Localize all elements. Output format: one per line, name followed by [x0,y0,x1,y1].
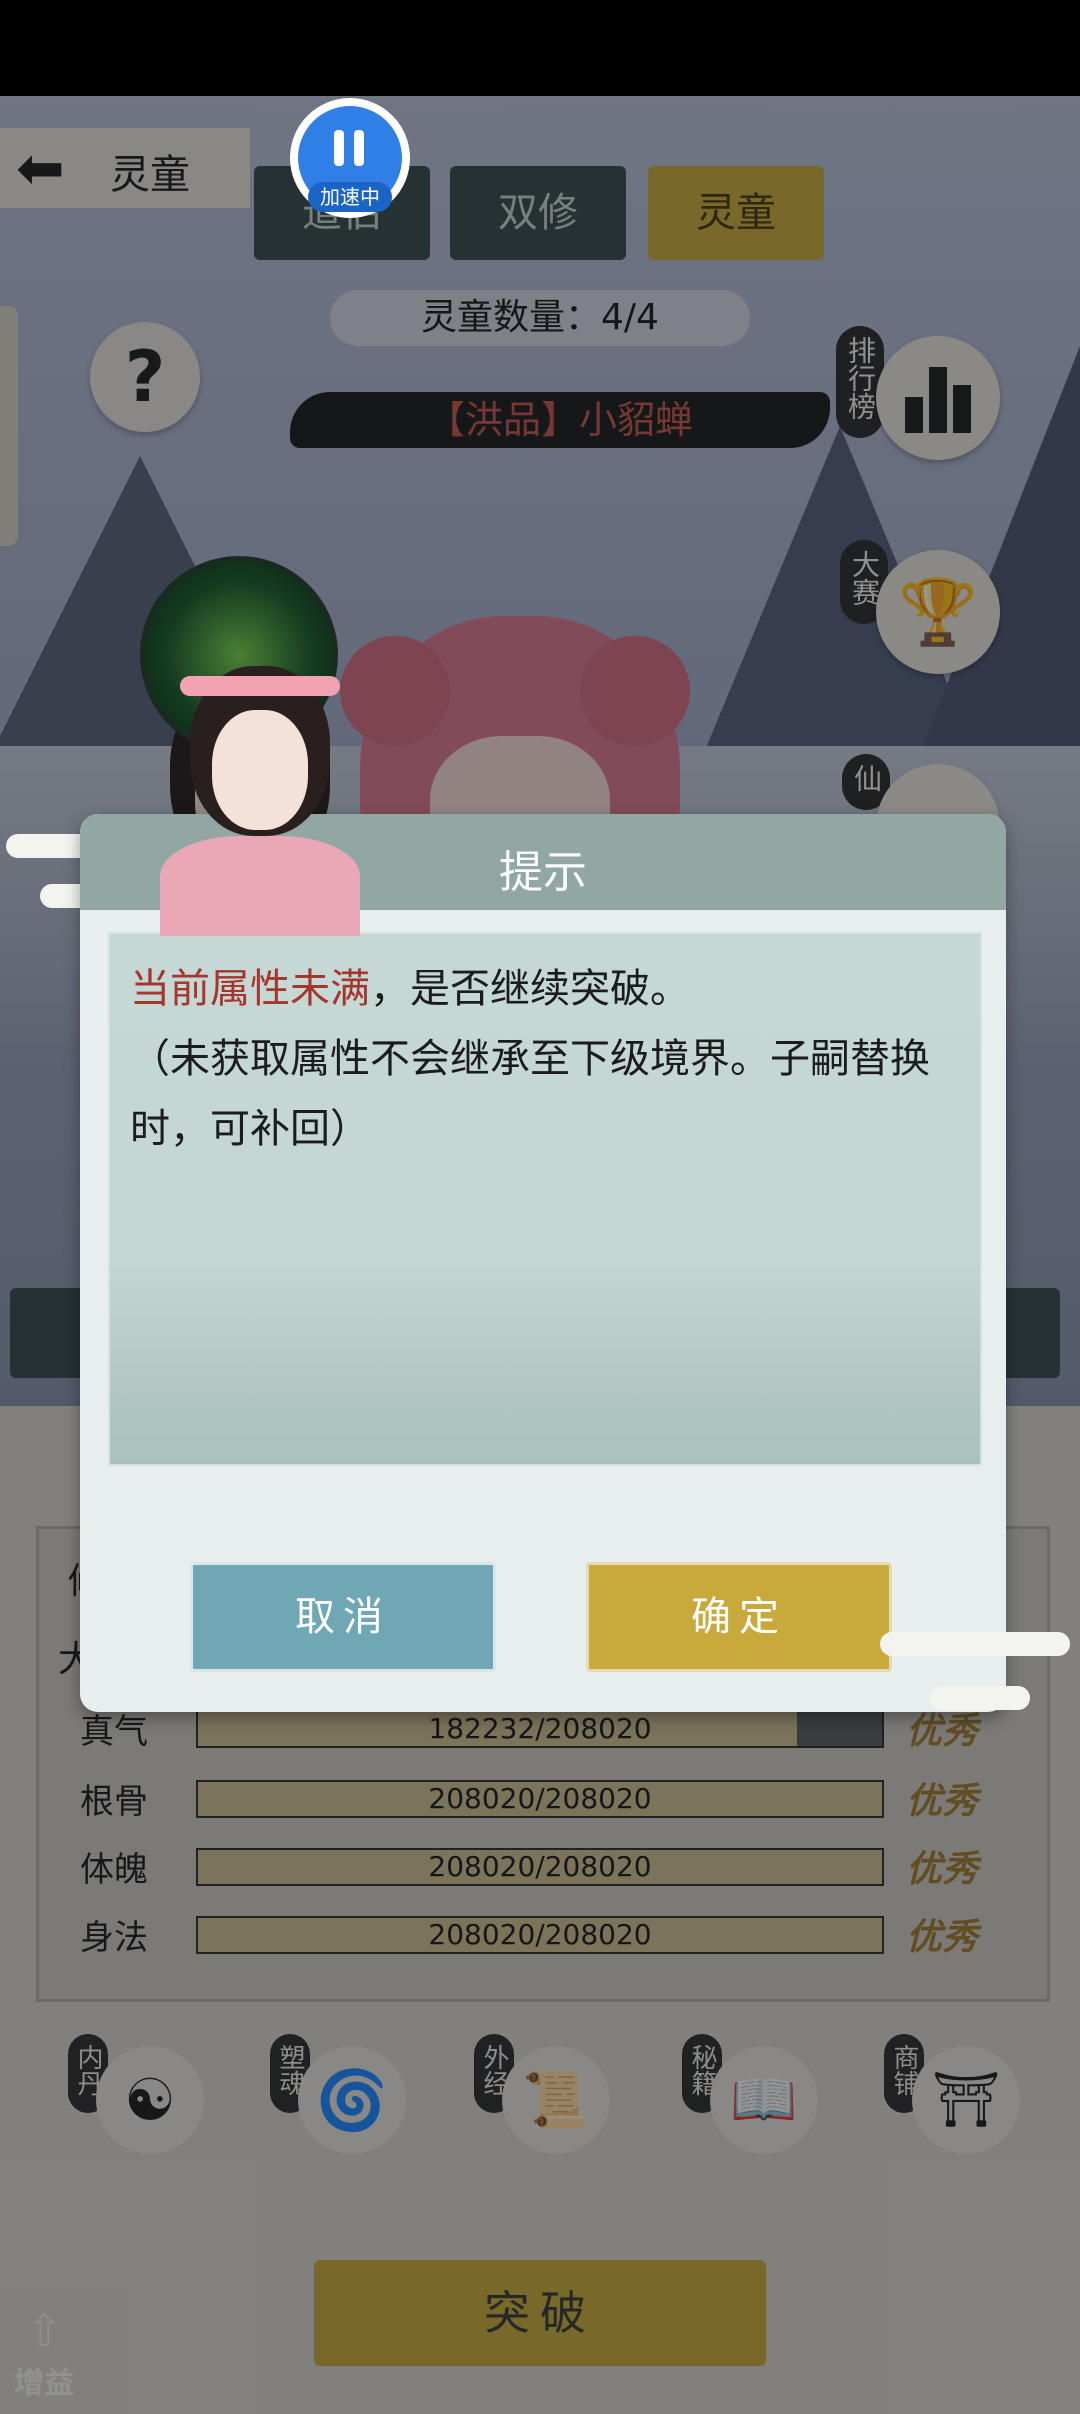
dialog-character [150,666,370,936]
dialog-message-box: 当前属性未满，是否继续突破。 （未获取属性不会继承至下级境界。子嗣替换时，可补回… [108,932,982,1466]
dialog-note-text: （未获取属性不会继承至下级境界。子嗣替换时，可补回） [130,1036,930,1152]
dialog-question-text: ，是否继续突破。 [370,966,690,1012]
speed-badge-label: 加速中 [308,182,392,212]
dialog-highlight-text: 当前属性未满 [130,966,370,1012]
confirm-button[interactable]: 确定 [586,1562,892,1672]
mist-mountains [110,1264,980,1464]
pause-icon [332,130,368,166]
cancel-button[interactable]: 取消 [190,1562,496,1672]
decor-cloud [880,1632,1070,1656]
speed-badge[interactable]: 加速中 [290,98,410,218]
dialog-message: 当前属性未满，是否继续突破。 （未获取属性不会继承至下级境界。子嗣替换时，可补回… [130,954,960,1164]
status-bar [0,0,1080,96]
decor-cloud [930,1686,1030,1710]
dialog: 提示 当前属性未满，是否继续突破。 （未获取属性不会继承至下级境界。子嗣替换时，… [80,814,1006,1712]
